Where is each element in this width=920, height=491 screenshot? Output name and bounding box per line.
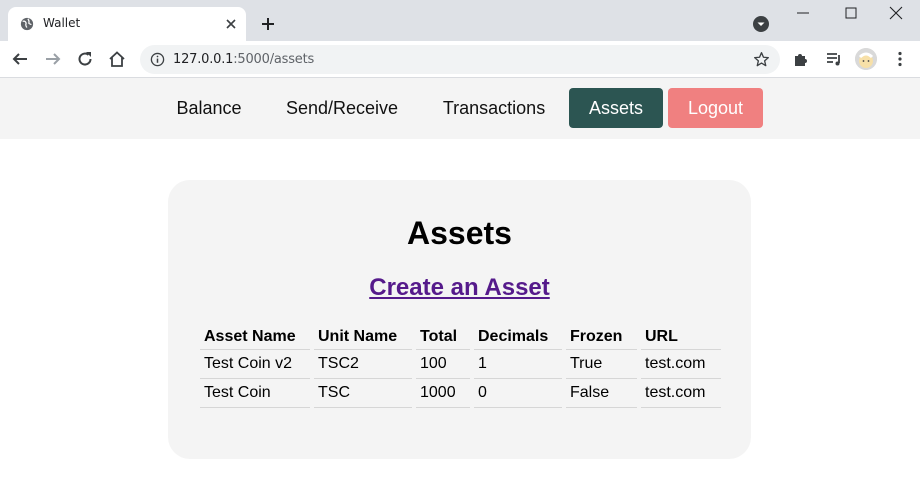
cell-frozen: False: [566, 379, 637, 408]
app-navbar: Balance Send/Receive Transactions Assets…: [0, 78, 920, 139]
browser-tabstrip: Wallet: [0, 0, 920, 41]
cell-total: 1000: [416, 379, 470, 408]
url-host: 127.0.0.1: [173, 52, 234, 67]
cell-url: test.com: [641, 350, 721, 379]
assets-panel: Assets Create an Asset Asset Name Unit N…: [168, 180, 751, 459]
table-row: Test Coin v2 TSC2 100 1 True test.com: [200, 350, 721, 379]
page-title: Assets: [407, 215, 512, 251]
nav-balance[interactable]: Balance: [165, 88, 253, 128]
media-queue-icon[interactable]: [825, 50, 843, 68]
url-text: 127.0.0.1:5000/assets: [173, 52, 314, 67]
column-header-total: Total: [416, 323, 470, 350]
tab-search-icon[interactable]: [752, 15, 770, 33]
arrow-left-icon[interactable]: [11, 50, 29, 68]
avatar-face-icon: [855, 48, 877, 70]
table-header-row: Asset Name Unit Name Total Decimals Froz…: [200, 323, 721, 350]
star-icon[interactable]: [753, 51, 770, 68]
create-asset-link[interactable]: Create an Asset: [369, 274, 550, 301]
table-row: Test Coin TSC 1000 0 False test.com: [200, 379, 721, 408]
tab-title: Wallet: [43, 16, 81, 30]
column-header-asset-name: Asset Name: [200, 323, 310, 350]
globe-icon: [20, 17, 34, 31]
reload-icon[interactable]: [76, 50, 94, 68]
cell-total: 100: [416, 350, 470, 379]
address-bar[interactable]: 127.0.0.1:5000/assets: [140, 45, 780, 74]
column-header-url: URL: [641, 323, 721, 350]
browser-toolbar: 127.0.0.1:5000/assets: [0, 41, 920, 78]
url-path: :5000/assets: [233, 52, 315, 67]
cell-decimals: 0: [474, 379, 562, 408]
cell-unit-name: TSC2: [314, 350, 412, 379]
puzzle-icon[interactable]: [792, 50, 810, 68]
cell-asset-name: Test Coin v2: [200, 350, 310, 379]
window-close-icon[interactable]: [889, 6, 903, 20]
browser-tab[interactable]: Wallet: [8, 7, 246, 41]
info-icon[interactable]: [150, 52, 165, 67]
column-header-unit-name: Unit Name: [314, 323, 412, 350]
cell-url: test.com: [641, 379, 721, 408]
profile-avatar[interactable]: [855, 48, 877, 70]
minimize-icon[interactable]: [796, 6, 810, 20]
nav-transactions[interactable]: Transactions: [430, 88, 558, 128]
cell-unit-name: TSC: [314, 379, 412, 408]
plus-icon[interactable]: [259, 15, 277, 33]
cell-frozen: True: [566, 350, 637, 379]
create-asset-link-wrapper: Create an Asset: [168, 274, 751, 302]
cell-decimals: 1: [474, 350, 562, 379]
cell-asset-name: Test Coin: [200, 379, 310, 408]
assets-table: Asset Name Unit Name Total Decimals Froz…: [196, 323, 725, 408]
maximize-icon[interactable]: [844, 6, 858, 20]
arrow-right-icon[interactable]: [44, 50, 62, 68]
close-tab-icon[interactable]: [223, 16, 239, 32]
column-header-decimals: Decimals: [474, 323, 562, 350]
logout-button[interactable]: Logout: [668, 88, 763, 128]
nav-send-receive[interactable]: Send/Receive: [274, 88, 410, 128]
column-header-frozen: Frozen: [566, 323, 637, 350]
kebab-menu-icon[interactable]: [891, 50, 909, 68]
home-icon[interactable]: [108, 50, 126, 68]
nav-assets-active[interactable]: Assets: [569, 88, 663, 128]
